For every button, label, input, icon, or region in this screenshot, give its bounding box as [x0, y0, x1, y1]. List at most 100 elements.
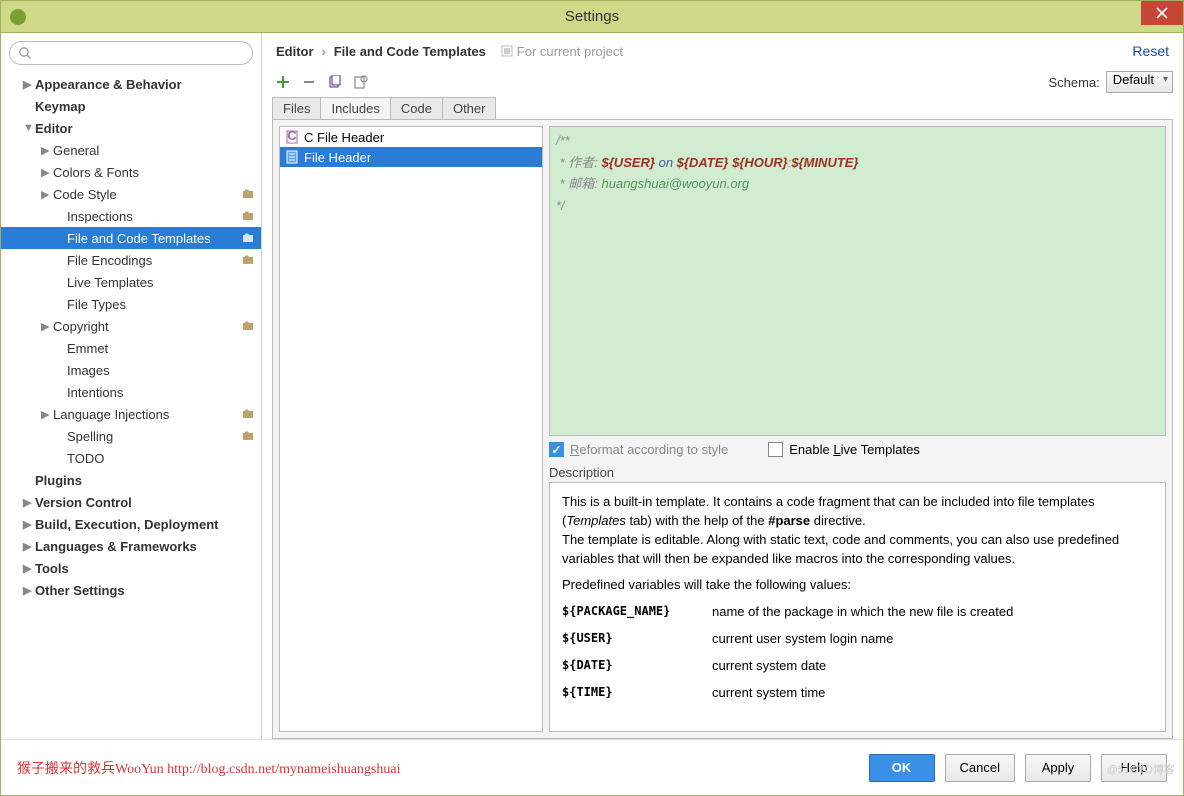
tree-arrow-icon: ▶ — [41, 188, 53, 201]
variable-name: ${DATE} — [562, 657, 712, 676]
tree-item-other-settings[interactable]: ▶Other Settings — [1, 579, 261, 601]
code-part: * 作者: — [556, 155, 602, 170]
tree-item-spelling[interactable]: Spelling — [1, 425, 261, 447]
tab-code[interactable]: Code — [390, 97, 443, 119]
tree-arrow-icon: ▶ — [23, 496, 35, 509]
variable-name: ${PACKAGE_NAME} — [562, 603, 712, 622]
checkbox-label: eformat according to style — [579, 442, 728, 457]
tree-item-colors-fonts[interactable]: ▶Colors & Fonts — [1, 161, 261, 183]
tree-item-appearance-behavior[interactable]: ▶Appearance & Behavior — [1, 73, 261, 95]
add-template-button[interactable] — [272, 71, 294, 93]
tree-item-build-execution-deployment[interactable]: ▶Build, Execution, Deployment — [1, 513, 261, 535]
tree-item-file-types[interactable]: File Types — [1, 293, 261, 315]
reset-link[interactable]: Reset — [1132, 43, 1169, 59]
tree-item-label: Language Injections — [53, 407, 169, 422]
tree-item-label: Editor — [35, 121, 73, 136]
tree-item-label: General — [53, 143, 99, 158]
copy-template-button[interactable] — [324, 71, 346, 93]
code-var: ${HOUR} — [732, 155, 788, 170]
close-button[interactable] — [1141, 1, 1183, 25]
tree-item-todo[interactable]: TODO — [1, 447, 261, 469]
tree-item-label: File and Code Templates — [67, 231, 211, 246]
reformat-checkbox[interactable]: Reformat according to style — [549, 442, 728, 457]
project-scope-badge-icon — [241, 319, 255, 333]
search-input[interactable] — [36, 46, 244, 61]
code-var: ${MINUTE} — [791, 155, 858, 170]
template-code-editor[interactable]: /** * 作者: ${USER} on ${DATE} ${HOUR}:${M… — [549, 126, 1166, 436]
desc-text: Predefined variables will take the follo… — [562, 576, 1153, 595]
tree-item-label: File Encodings — [67, 253, 152, 268]
template-item[interactable]: File Header — [280, 147, 542, 167]
tree-arrow-icon: ▶ — [23, 584, 35, 597]
code-line: /** — [556, 133, 570, 148]
tab-includes[interactable]: Includes — [320, 97, 390, 119]
tree-item-languages-frameworks[interactable]: ▶Languages & Frameworks — [1, 535, 261, 557]
tree-item-version-control[interactable]: ▶Version Control — [1, 491, 261, 513]
breadcrumb-root: Editor — [276, 44, 314, 59]
tree-arrow-icon: ▶ — [23, 78, 35, 91]
tree-item-copyright[interactable]: ▶Copyright — [1, 315, 261, 337]
live-templates-checkbox[interactable]: Enable Live Templates — [768, 442, 920, 457]
help-button[interactable]: Help — [1101, 754, 1167, 782]
schema-select[interactable]: Default — [1106, 71, 1173, 93]
code-line: */ — [556, 198, 565, 213]
tree-item-file-and-code-templates[interactable]: File and Code Templates — [1, 227, 261, 249]
file-icon: C — [284, 129, 300, 145]
tree-item-label: Plugins — [35, 473, 82, 488]
code-part: on — [655, 155, 677, 170]
tree-arrow-icon: ▶ — [23, 518, 35, 531]
project-scope-badge-icon — [241, 231, 255, 245]
breadcrumb-sep: › — [317, 44, 329, 59]
tree-item-live-templates[interactable]: Live Templates — [1, 271, 261, 293]
search-input-wrap[interactable] — [9, 41, 253, 65]
tab-files[interactable]: Files — [272, 97, 321, 119]
svg-text:C: C — [287, 130, 297, 143]
template-action-button[interactable] — [350, 71, 372, 93]
code-part: * 邮箱: — [556, 176, 602, 191]
ok-button[interactable]: OK — [869, 754, 935, 782]
variable-desc: current system time — [712, 684, 1153, 703]
template-item[interactable]: CC File Header — [280, 127, 542, 147]
tree-item-plugins[interactable]: Plugins — [1, 469, 261, 491]
tree-item-inspections[interactable]: Inspections — [1, 205, 261, 227]
tree-item-general[interactable]: ▶General — [1, 139, 261, 161]
variable-desc: current system date — [712, 657, 1153, 676]
breadcrumb: Editor › File and Code Templates For cur… — [276, 43, 623, 59]
variable-desc: current user system login name — [712, 630, 1153, 649]
tree-item-editor[interactable]: ▼Editor — [1, 117, 261, 139]
checkbox-icon — [768, 442, 783, 457]
variable-desc: name of the package in which the new fil… — [712, 603, 1153, 622]
code-var: ${DATE} — [677, 155, 729, 170]
toolbar: Schema: Default — [262, 69, 1183, 97]
search-icon — [18, 46, 32, 60]
tree-item-images[interactable]: Images — [1, 359, 261, 381]
tree-item-label: Other Settings — [35, 583, 125, 598]
tree-arrow-icon: ▶ — [23, 540, 35, 553]
project-scope-badge-icon — [241, 209, 255, 223]
template-list[interactable]: CC File Header File Header — [279, 126, 543, 732]
template-item-label: File Header — [304, 150, 371, 165]
file-icon — [284, 149, 300, 165]
checkbox-icon-checked — [549, 442, 564, 457]
cancel-button[interactable]: Cancel — [945, 754, 1015, 782]
desc-text: The template is editable. Along with sta… — [562, 532, 1119, 566]
tree-item-emmet[interactable]: Emmet — [1, 337, 261, 359]
project-scope-badge-icon — [241, 429, 255, 443]
desc-em: Templates — [566, 513, 626, 528]
tree-item-intentions[interactable]: Intentions — [1, 381, 261, 403]
tree-item-language-injections[interactable]: ▶Language Injections — [1, 403, 261, 425]
tree-item-file-encodings[interactable]: File Encodings — [1, 249, 261, 271]
remove-template-button[interactable] — [298, 71, 320, 93]
code-var: ${USER} — [602, 155, 655, 170]
tab-other[interactable]: Other — [442, 97, 497, 119]
settings-tree[interactable]: ▶Appearance & BehaviorKeymap▼Editor▶Gene… — [1, 73, 261, 739]
description-box[interactable]: This is a built-in template. It contains… — [549, 482, 1166, 732]
tree-item-tools[interactable]: ▶Tools — [1, 557, 261, 579]
tree-item-code-style[interactable]: ▶Code Style — [1, 183, 261, 205]
tree-item-keymap[interactable]: Keymap — [1, 95, 261, 117]
tree-arrow-icon: ▶ — [41, 408, 53, 421]
desc-text: directive. — [810, 513, 866, 528]
apply-button[interactable]: Apply — [1025, 754, 1091, 782]
tree-item-label: Spelling — [67, 429, 113, 444]
project-scope-badge-icon — [241, 253, 255, 267]
